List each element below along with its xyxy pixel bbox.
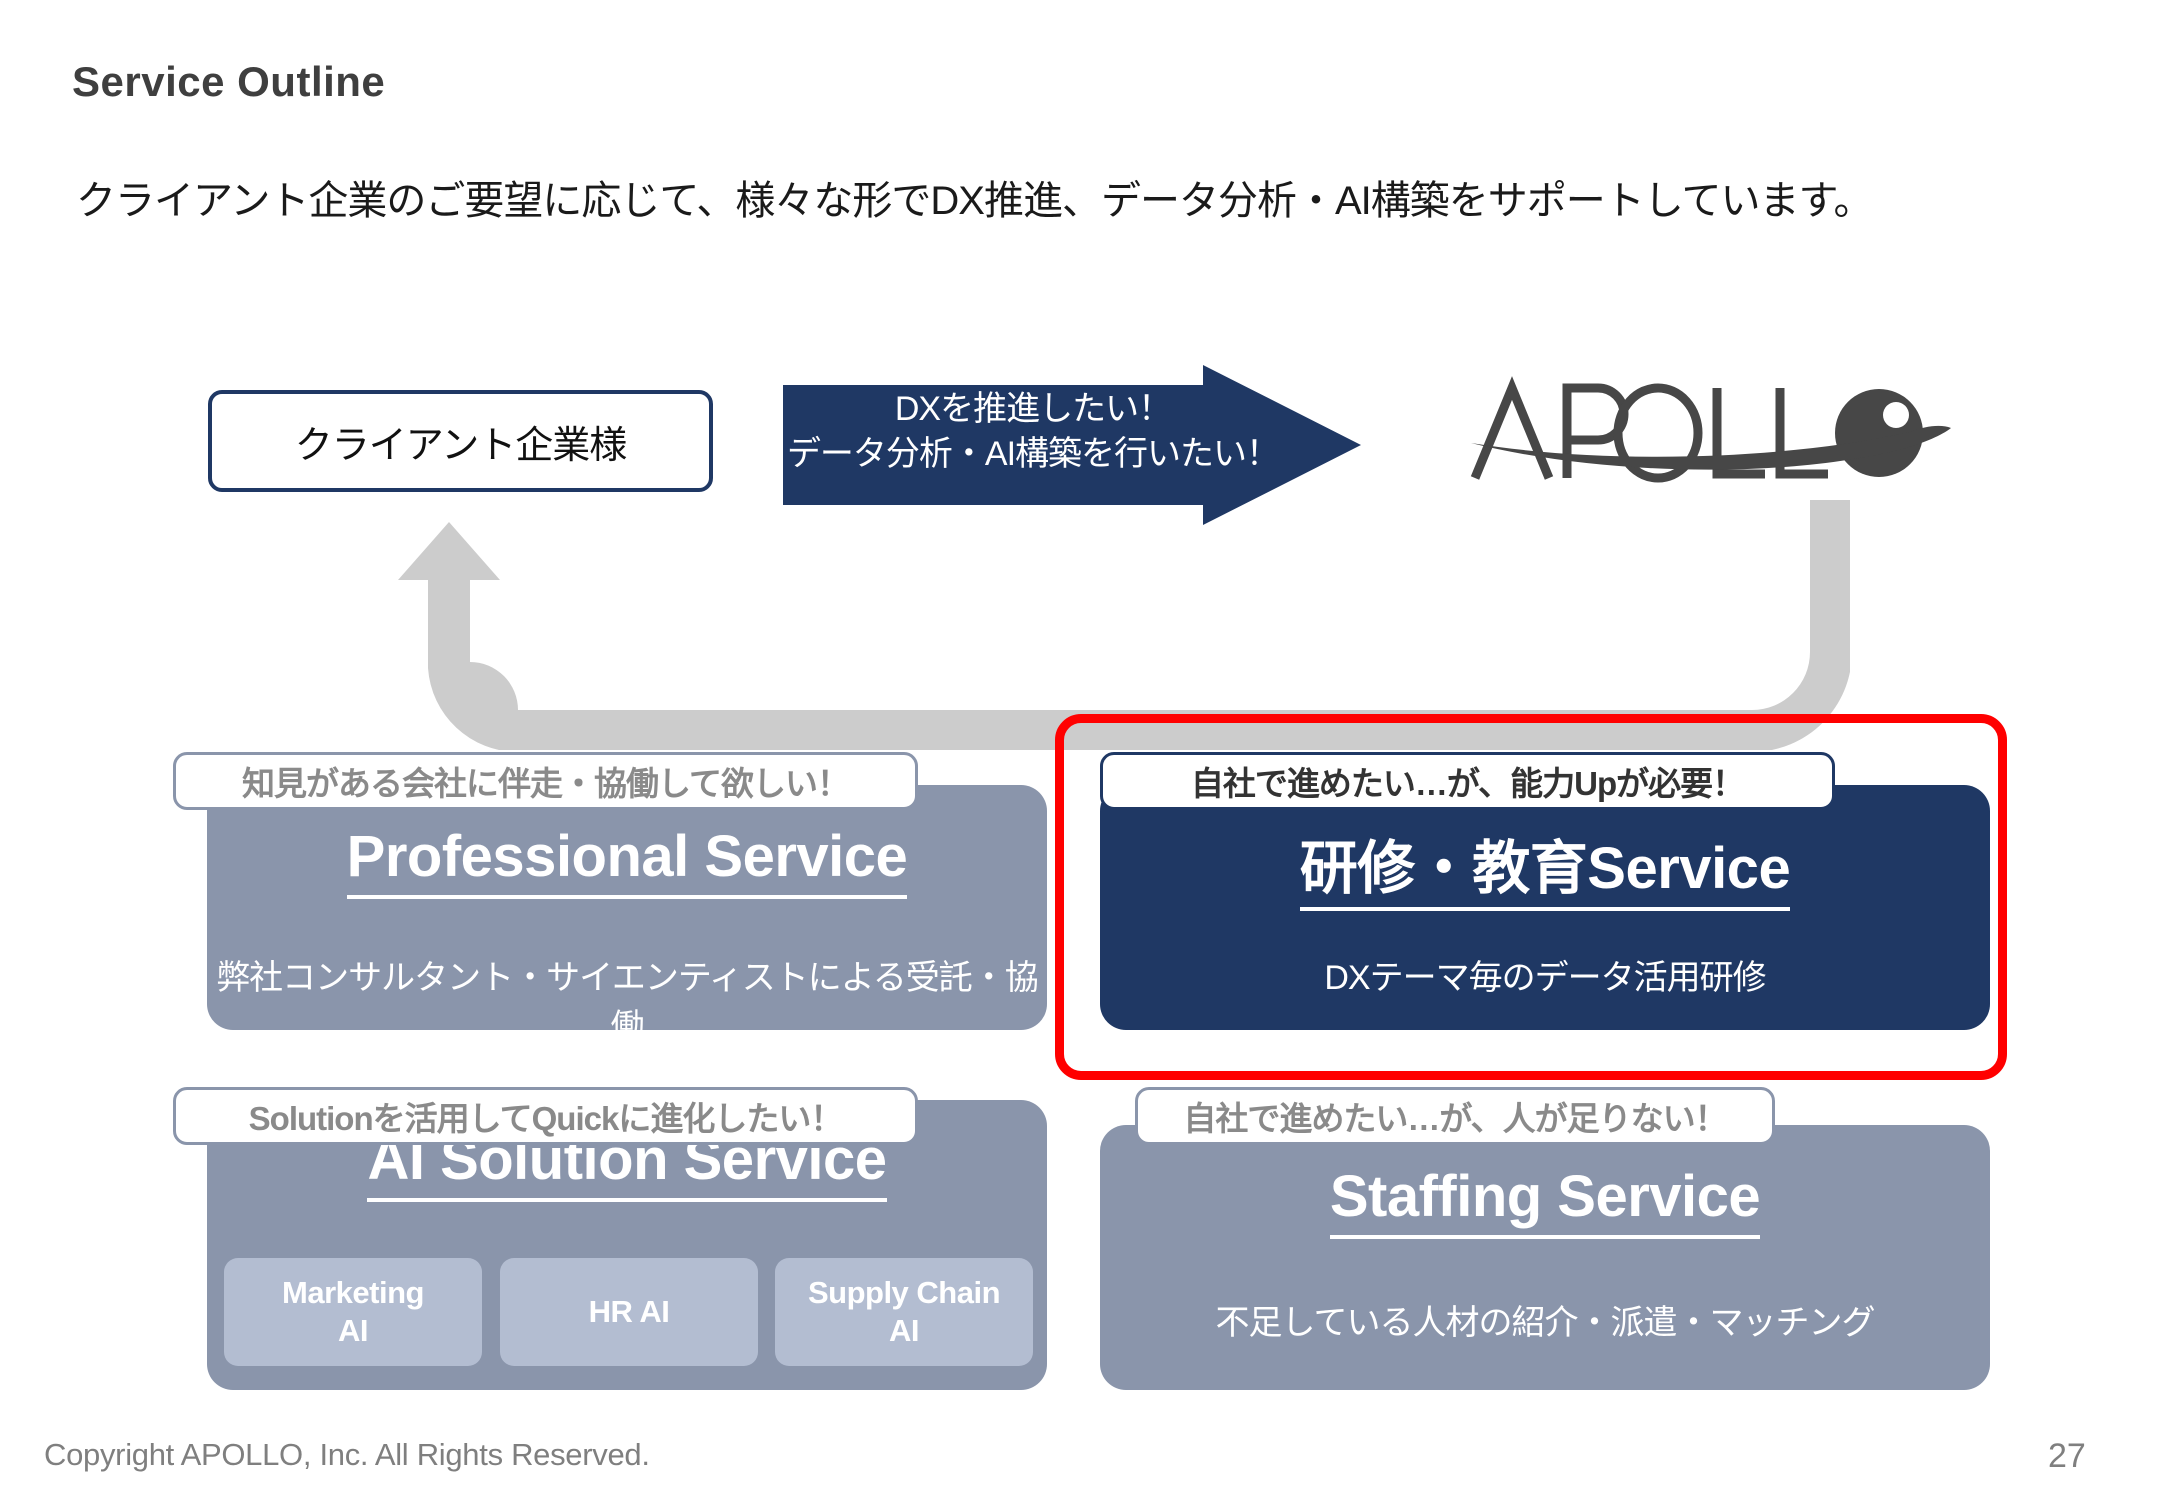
client-company-label: クライアント企業様: [294, 424, 627, 467]
service-badge-ai-solution: Solutionを活用してQuickに進化したい！: [173, 1087, 918, 1145]
page-lead-text: クライアント企業のご要望に応じて、様々な形でDX推進、データ分析・AI構築をサポ…: [76, 179, 1874, 223]
chip-marketing-ai-label: Marketing AI: [282, 1275, 424, 1348]
apollo-logo: [1455, 370, 1955, 490]
return-flow-arrow: [390, 500, 1850, 750]
footer-page-number: 27: [2048, 1437, 2086, 1475]
service-subtitle-staffing: 不足している人材の紹介・派遣・マッチング: [1215, 1304, 1876, 1342]
chip-supply-chain-ai[interactable]: Supply Chain AI: [775, 1258, 1033, 1366]
service-card-professional[interactable]: Professional Service 弊社コンサルタント・サイエンティストに…: [207, 785, 1047, 1046]
chip-marketing-ai[interactable]: Marketing AI: [224, 1258, 482, 1366]
service-card-training[interactable]: 研修・教育Service DXテーマ毎のデータ活用研修: [1100, 785, 1990, 1030]
service-title-training: 研修・教育Service: [1100, 821, 1990, 911]
request-arrow-line-2: データ分析・AI構築を行いたい！: [786, 434, 1280, 473]
service-title-professional: Professional Service: [207, 823, 1047, 899]
service-badge-staffing: 自社で進めたい…が、人が足りない！: [1135, 1087, 1775, 1145]
page-title: Service Outline: [72, 58, 386, 105]
service-card-staffing[interactable]: Staffing Service 不足している人材の紹介・派遣・マッチング: [1100, 1125, 1990, 1390]
request-arrow-line-1: DXを推進したい！: [894, 390, 1172, 428]
service-subtitle-training: DXテーマ毎のデータ活用研修: [1324, 959, 1766, 997]
service-title-staffing: Staffing Service: [1100, 1163, 1990, 1239]
service-subtitle-professional: 弊社コンサルタント・サイエンティストによる受託・協働: [216, 959, 1039, 1046]
slide-canvas: Service Outline クライアント企業のご要望に応じて、様々な形でDX…: [0, 0, 2167, 1500]
footer-copyright: Copyright APOLLO, Inc. All Rights Reserv…: [44, 1437, 650, 1472]
request-arrow-text: DXを推進したい！ データ分析・AI構築を行いたい！: [783, 387, 1283, 477]
chip-supply-chain-ai-label: Supply Chain AI: [807, 1275, 1001, 1348]
chip-hr-ai-label: HR AI: [588, 1294, 670, 1330]
client-company-box: クライアント企業様: [208, 390, 713, 492]
chip-hr-ai[interactable]: HR AI: [500, 1258, 758, 1366]
service-badge-professional: 知見がある会社に伴走・協働して欲しい！: [173, 752, 918, 810]
service-badge-training: 自社で進めたい…が、能力Upが必要！: [1100, 752, 1835, 810]
